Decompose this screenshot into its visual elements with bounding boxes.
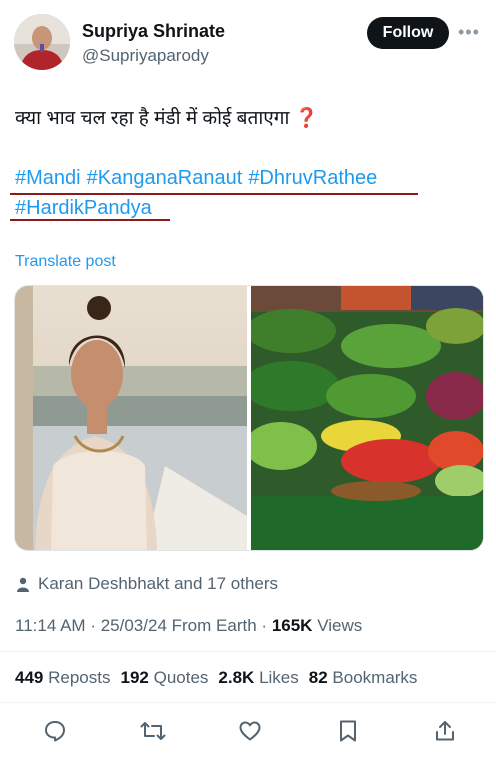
post-body: क्या भाव चल रहा है मंडी में कोई बताएगा [15,108,290,129]
divider [0,702,496,703]
likes-label: Likes [259,668,299,687]
quotes-count: 192 [120,668,149,687]
likes-stat[interactable]: 2.8K Likes [218,668,298,688]
repost-icon[interactable] [138,716,168,746]
post-date[interactable]: 25/03/24 [101,616,167,635]
hashtag-link[interactable]: #HardikPandya [15,197,152,219]
likes-count: 2.8K [218,668,255,687]
bookmarks-stat[interactable]: 82 Bookmarks [309,668,418,688]
liked-by-text: Karan Deshbhakt and 17 others [38,574,279,593]
divider [0,651,496,652]
question-mark-emoji: ❓ [294,108,319,129]
follow-button[interactable]: Follow [367,17,449,49]
share-icon[interactable] [430,716,460,746]
author-handle[interactable]: @Supriyaparody [82,46,209,66]
quotes-label: Quotes [153,668,209,687]
vegetable-market-photo[interactable] [251,286,483,550]
translate-post-link[interactable]: Translate post [15,253,116,271]
hashtag-link[interactable]: #Mandi [15,167,81,189]
like-icon[interactable] [235,716,265,746]
post-stats: 449 Reposts 192 Quotes 2.8K Likes 82 Boo… [15,668,417,688]
meta-separator: · [90,616,96,635]
action-bar [40,715,460,747]
bookmarks-count: 82 [308,668,328,687]
avatar[interactable] [14,14,70,70]
quotes-stat[interactable]: 192 Quotes [120,668,208,688]
bookmark-icon[interactable] [333,716,363,746]
hashtag-link[interactable]: #KanganaRanaut [87,167,243,189]
reply-icon[interactable] [40,716,70,746]
more-options-icon[interactable]: ••• [458,22,480,43]
post-text: क्या भाव चल रहा है मंडी में कोई बताएगा ❓ [15,104,318,130]
reposts-stat[interactable]: 449 Reposts [15,668,110,688]
views-label: Views [317,616,363,635]
bookmarks-label: Bookmarks [332,668,418,687]
reposts-count: 449 [15,668,44,687]
hashtag-link[interactable]: #DhruvRathee [248,167,377,189]
post-time[interactable]: 11:14 AM [15,616,86,635]
woman-portrait-photo[interactable] [15,286,247,550]
meta-separator: · [261,616,268,635]
liked-by[interactable]: Karan Deshbhakt and 17 others [16,574,278,594]
reposts-label: Reposts [48,668,111,687]
media-grid [14,285,484,551]
annotation-underline [10,193,418,195]
views-count: 165K [271,616,313,635]
author-name[interactable]: Supriya Shrinate [82,21,225,42]
post-source: From Earth [171,616,257,635]
post-meta: 11:14 AM · 25/03/24 From Earth · 165K Vi… [15,616,362,636]
person-icon [16,577,30,592]
annotation-underline [10,219,170,221]
